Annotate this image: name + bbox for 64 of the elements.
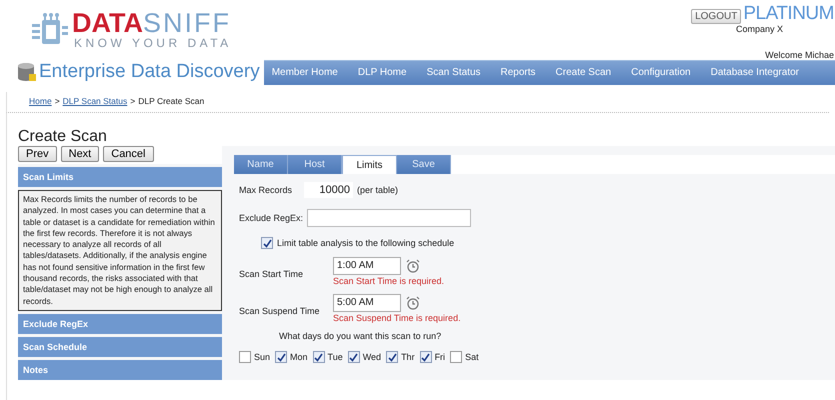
day-label: Sun (254, 352, 270, 362)
welcome-text: Welcome Michae (765, 50, 834, 60)
day-label: Tue (328, 352, 343, 362)
wizard-button[interactable]: Next (60, 146, 100, 162)
checkbox[interactable] (450, 351, 462, 363)
field-label: Scan Suspend Time (239, 306, 321, 318)
nav-link[interactable]: Reports (500, 67, 536, 78)
max-records-field[interactable]: 10000 (304, 182, 354, 198)
error-message: Scan Start Time is required. (333, 276, 444, 286)
checkbox-label: Limit table analysis to the following schedule (277, 238, 454, 248)
checkbox[interactable] (386, 351, 398, 363)
company-name: Company X (736, 24, 784, 34)
unit-label: (per table) (357, 185, 398, 195)
nav-link[interactable]: Database Integrator (710, 67, 799, 78)
accordion-header[interactable]: Scan Limits (18, 167, 222, 187)
accordion-header[interactable]: Scan Schedule (18, 336, 222, 357)
nav-link[interactable]: Scan Status (426, 67, 480, 78)
app-title: Enterprise Data Discovery (39, 61, 260, 83)
accordion-header[interactable]: Notes (18, 360, 222, 380)
logo-wordmark: DATASNIFF (72, 9, 232, 37)
time-field[interactable]: 5:00 AM (333, 294, 401, 312)
wizard-button[interactable]: Prev (18, 146, 57, 162)
nav-link[interactable]: DLP Home (358, 67, 407, 78)
error-message: Scan Suspend Time is required. (333, 313, 461, 323)
alarm-clock-icon[interactable] (406, 259, 420, 273)
day-label: Sat (465, 352, 479, 362)
regex-field[interactable] (307, 209, 472, 227)
database-icon (17, 62, 37, 82)
breadcrumb-separator: > (54, 96, 60, 106)
alarm-clock-icon[interactable] (406, 296, 420, 310)
field-label: Max Records (239, 185, 292, 195)
breadcrumb-separator: > (130, 96, 136, 106)
wizard-button[interactable]: Cancel (103, 146, 154, 162)
day-label: Mon (290, 352, 308, 362)
breadcrumb-link[interactable]: DLP Scan Status (62, 96, 128, 106)
checkbox[interactable] (312, 351, 325, 363)
field-label: Scan Start Time (239, 269, 304, 281)
day-label: Fri (434, 352, 446, 362)
page-title: Create Scan (18, 128, 108, 146)
field-label: Exclude RegEx: (239, 213, 304, 223)
breadcrumb-link[interactable]: Home (29, 96, 52, 106)
plan-name: PLATINUM (743, 4, 834, 24)
nav-link[interactable]: Configuration (631, 67, 691, 78)
accordion-header[interactable]: Exclude RegEx (18, 314, 222, 334)
logo-tagline: KNOW YOUR DATA (74, 37, 232, 49)
day-label: Wed (362, 352, 382, 362)
tab[interactable]: Host (288, 155, 342, 174)
checkbox[interactable] (275, 351, 288, 363)
nav-link[interactable]: Member Home (272, 67, 338, 78)
time-field[interactable]: 1:00 AM (333, 257, 401, 275)
days-question: What days do you want this scan to run? (279, 331, 442, 341)
tab[interactable]: Save (397, 155, 451, 174)
day-label: Thr (401, 352, 415, 362)
breadcrumb-current: DLP Create Scan (138, 96, 204, 106)
help-text: Max Records limits the number of records to be analyzed. In most cases you can determine that a table or dataset is a candidate for remediation within the first few records. Therefore it is not always necessary to analyze all records of all tables/datasets. Additionally, if the analysis engine has not found sensitive information in the first few thousand records, the risks associated with that table/dataset may not be high enough to analyze all records. (18, 190, 222, 311)
logout-button[interactable]: LOGOUT (691, 9, 742, 24)
tab[interactable]: Limits (342, 155, 397, 174)
checkbox[interactable] (420, 351, 432, 363)
tab[interactable]: Name (234, 155, 288, 174)
checkbox[interactable] (348, 351, 360, 363)
logo-icon (32, 12, 70, 46)
checkbox[interactable] (261, 237, 273, 249)
checkbox[interactable] (239, 351, 251, 363)
nav-link[interactable]: Create Scan (556, 67, 612, 78)
